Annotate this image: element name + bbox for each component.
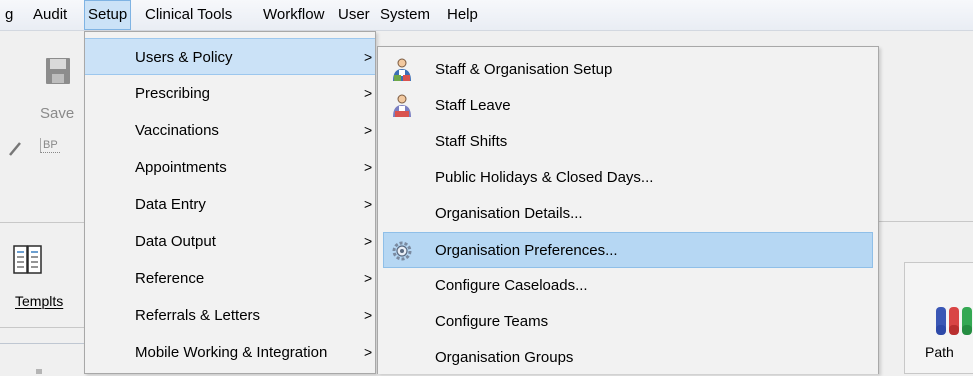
chevron-right-icon: > <box>364 49 373 65</box>
menu-workflow[interactable]: Workflow <box>260 0 327 30</box>
menu-item-users-policy[interactable]: Users & Policy > <box>85 38 375 75</box>
save-icon[interactable] <box>45 57 71 89</box>
toolbar-divider <box>0 327 85 328</box>
submenu-item-organisation-preferences[interactable]: Organisation Preferences... <box>383 232 873 268</box>
menu-item-label: Vaccinations <box>135 122 219 139</box>
submenu-item-label: Organisation Details... <box>435 205 583 222</box>
submenu-item-label: Staff & Organisation Setup <box>435 61 613 78</box>
gear-icon <box>391 239 413 263</box>
bp-button[interactable]: BP <box>40 138 60 153</box>
menu-item-vaccinations[interactable]: Vaccinations > <box>85 112 375 149</box>
setup-menu: Users & Policy > Prescribing > Vaccinati… <box>84 31 376 374</box>
menu-item-label: Reference <box>135 270 205 287</box>
panel-divider <box>879 221 973 222</box>
pathology-panel[interactable]: Path <box>904 262 973 374</box>
submenu-item-label: Configure Caseloads... <box>435 277 588 294</box>
submenu-item-configure-caseloads[interactable]: Configure Caseloads... <box>378 268 878 304</box>
submenu-item-staff-org-setup[interactable]: Staff & Organisation Setup <box>378 52 878 88</box>
submenu-item-public-holidays[interactable]: Public Holidays & Closed Days... <box>378 160 878 196</box>
chevron-right-icon: > <box>364 196 373 212</box>
book-icon[interactable] <box>13 245 43 279</box>
users-policy-submenu: Staff & Organisation Setup Staff Leave S… <box>377 46 879 374</box>
submenu-item-label: Organisation Groups <box>435 349 574 366</box>
toolbar-divider <box>0 222 85 223</box>
chevron-right-icon: > <box>364 85 373 101</box>
menu-item-label: Data Entry <box>135 196 206 213</box>
submenu-item-label: Configure Teams <box>435 313 549 330</box>
save-button-label[interactable]: Save <box>40 105 74 122</box>
pathology-label: Path <box>925 344 954 360</box>
submenu-item-label: Public Holidays & Closed Days... <box>435 169 654 186</box>
menu-audit[interactable]: Audit <box>30 0 70 30</box>
chevron-right-icon: > <box>364 159 373 175</box>
submenu-item-staff-shifts[interactable]: Staff Shifts <box>378 124 878 160</box>
menu-item-label: Prescribing <box>135 85 211 102</box>
menu-item-label: Referrals & Letters <box>135 307 261 324</box>
menu-help[interactable]: Help <box>444 0 481 30</box>
menu-item-data-output[interactable]: Data Output > <box>85 223 375 260</box>
submenu-item-staff-leave[interactable]: Staff Leave <box>378 88 878 124</box>
submenu-item-label: Staff Shifts <box>435 133 508 150</box>
menu-item-label: Mobile Working & Integration <box>135 344 328 361</box>
menu-item-data-entry[interactable]: Data Entry > <box>85 186 375 223</box>
submenu-item-configure-teams[interactable]: Configure Teams <box>378 304 878 340</box>
submenu-item-label: Staff Leave <box>435 97 511 114</box>
submenu-item-organisation-details[interactable]: Organisation Details... <box>378 196 878 232</box>
chevron-right-icon: > <box>364 270 373 286</box>
menu-item-appointments[interactable]: Appointments > <box>85 149 375 186</box>
menu-item-mobile-working[interactable]: Mobile Working & Integration > <box>85 334 375 371</box>
menu-item-label: Users & Policy <box>135 49 233 66</box>
submenu-item-organisation-groups[interactable]: Organisation Groups <box>378 340 878 376</box>
test-tubes-icon <box>935 305 973 343</box>
menu-setup[interactable]: Setup <box>84 0 132 30</box>
menu-system[interactable]: System <box>377 0 433 30</box>
chevron-right-icon: > <box>364 233 373 249</box>
grip-icon <box>36 369 42 374</box>
toolbar-divider <box>0 343 85 344</box>
menu-partial-item[interactable]: g <box>2 0 16 30</box>
menu-item-referrals-letters[interactable]: Referrals & Letters > <box>85 297 375 334</box>
menu-item-label: Appointments <box>135 159 227 176</box>
menu-item-reference[interactable]: Reference > <box>85 260 375 297</box>
menu-item-label: Data Output <box>135 233 216 250</box>
chevron-right-icon: > <box>364 307 373 323</box>
toolbar: Save BP Templts <box>0 31 85 374</box>
menu-bar: g Audit Setup Clinical Tools Workflow Us… <box>0 0 973 31</box>
menu-item-prescribing[interactable]: Prescribing > <box>85 75 375 112</box>
menu-user[interactable]: User <box>335 0 373 30</box>
staff-leave-icon <box>391 94 413 118</box>
staff-person-icon <box>391 58 413 82</box>
chevron-right-icon: > <box>364 344 373 360</box>
menu-clinical-tools[interactable]: Clinical Tools <box>142 0 235 30</box>
templates-button-label[interactable]: Templts <box>15 293 63 309</box>
chevron-right-icon: > <box>364 122 373 138</box>
submenu-item-label: Organisation Preferences... <box>435 242 618 259</box>
pen-icon[interactable] <box>8 141 22 161</box>
